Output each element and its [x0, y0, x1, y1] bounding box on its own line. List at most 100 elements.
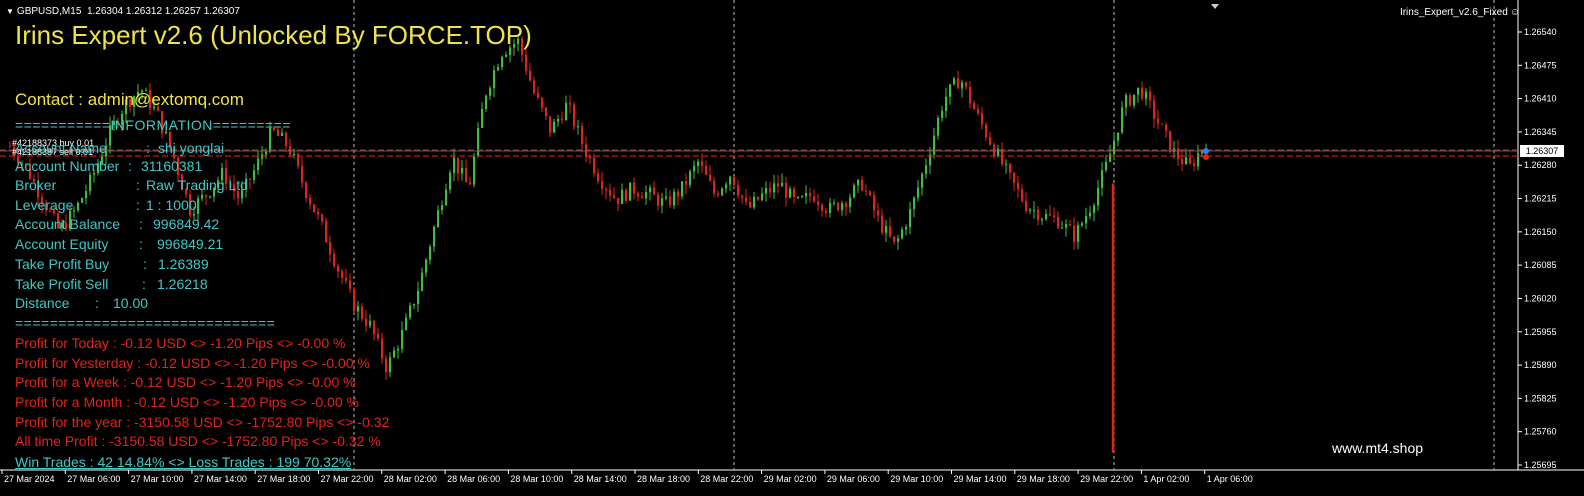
- sell-arrow-icon: [1203, 154, 1209, 160]
- candle-bear: [769, 187, 772, 193]
- price-label: 1.26345: [1524, 127, 1557, 137]
- candle-bull: [1085, 216, 1088, 224]
- candle-bull: [689, 171, 692, 185]
- candle-bull: [1145, 91, 1148, 99]
- time-label: 27 Mar 18:00: [257, 474, 310, 484]
- candle-bull: [477, 127, 480, 157]
- candle-bull: [665, 196, 668, 199]
- candle-bear: [1021, 189, 1024, 201]
- candle-bull: [433, 227, 436, 247]
- candle-bull: [1081, 223, 1084, 226]
- candle-bull: [789, 188, 792, 198]
- candle-bear: [1149, 91, 1152, 101]
- time-label: 28 Mar 22:00: [700, 474, 753, 484]
- candle-bull: [1077, 225, 1080, 242]
- candle-bull: [85, 191, 88, 199]
- candle-bear: [1013, 172, 1016, 183]
- candle-bear: [549, 116, 552, 133]
- collapse-triangle-icon[interactable]: ▼: [6, 7, 14, 16]
- time-label: 28 Mar 02:00: [384, 474, 437, 484]
- candle-bear: [845, 203, 848, 207]
- candle-bull: [897, 238, 900, 242]
- candle-bull: [697, 161, 700, 166]
- candle-bear: [893, 236, 896, 242]
- candle-bear: [813, 196, 816, 202]
- info-row: Take Profit Sell:1.26218: [15, 276, 208, 292]
- candle-bull: [1133, 94, 1136, 106]
- candle-bull: [729, 176, 732, 185]
- candle-bull: [841, 203, 844, 211]
- candle-bull: [673, 191, 676, 206]
- candle-bear: [757, 196, 760, 200]
- price-label: 1.25955: [1524, 327, 1557, 337]
- candle-bull: [389, 357, 392, 373]
- candle-bear: [981, 113, 984, 125]
- candle-bear: [1157, 118, 1160, 124]
- candle-bear: [1053, 215, 1056, 217]
- info-row: Account Balance:996849.42: [15, 216, 220, 232]
- candle-bear: [1069, 223, 1072, 226]
- time-label: 29 Mar 06:00: [827, 474, 880, 484]
- candle-bull: [1109, 154, 1112, 162]
- candle-bull: [761, 193, 764, 200]
- candle-bull: [393, 350, 396, 358]
- candle-bull: [429, 246, 432, 260]
- candle-bull: [553, 121, 556, 133]
- candle-bear: [837, 202, 840, 211]
- candle-bear: [737, 185, 740, 196]
- candle-bear: [973, 103, 976, 110]
- time-label: 27 Mar 10:00: [131, 474, 184, 484]
- candle-bear: [593, 157, 596, 174]
- time-label: 27 Mar 14:00: [194, 474, 247, 484]
- scroll-marker-icon: [1211, 4, 1219, 9]
- candle-bear: [989, 137, 992, 145]
- candle-bear: [865, 190, 868, 192]
- candle-bear: [821, 204, 824, 211]
- candle-bear: [1141, 87, 1144, 99]
- candle-bear: [637, 193, 640, 197]
- candle-bear: [965, 82, 968, 87]
- time-label: 29 Mar 22:00: [1080, 474, 1133, 484]
- candle-bull: [1089, 212, 1092, 217]
- candle-bear: [305, 182, 308, 198]
- candle-bear: [529, 70, 532, 81]
- candle-bear: [9, 146, 12, 148]
- info-row: Account Name: shi yonglai: [15, 140, 225, 156]
- price-label: 1.26020: [1524, 293, 1557, 303]
- candle-bull: [293, 154, 296, 156]
- candle-bear: [569, 102, 572, 105]
- candle-bull: [1045, 213, 1048, 220]
- candle-bull: [649, 187, 652, 193]
- profit-year: Profit for the year : -3150.58 USD <> -1…: [15, 414, 390, 430]
- info-row: Distance:10.00: [15, 295, 149, 311]
- profit-yesterday: Profit for Yesterday : -0.12 USD <> -1.2…: [15, 355, 370, 371]
- candle-bull: [437, 210, 440, 228]
- candle-bull: [773, 183, 776, 193]
- info-row: Account Number:31160381: [15, 158, 203, 174]
- candle-bear: [561, 118, 564, 121]
- candle-bear: [465, 167, 468, 183]
- candle-bull: [265, 151, 268, 155]
- candle-bear: [605, 188, 608, 191]
- candle-bull: [77, 202, 80, 211]
- candle-bear: [533, 80, 536, 93]
- candle-bull: [453, 157, 456, 173]
- candle-bull: [1093, 205, 1096, 213]
- time-label: 27 Mar 06:00: [67, 474, 120, 484]
- candle-bear: [881, 215, 884, 233]
- time-label: 27 Mar 22:00: [321, 474, 374, 484]
- candle-bull: [997, 148, 1000, 156]
- candle-bear: [633, 182, 636, 194]
- candle-bull: [1029, 209, 1032, 212]
- candle-bull: [497, 67, 500, 71]
- candle-bull: [557, 118, 560, 122]
- candle-bear: [749, 201, 752, 208]
- candle-bear: [709, 174, 712, 181]
- candle-bull: [953, 78, 956, 85]
- candle-bull: [921, 173, 924, 188]
- info-header: ===========INFORMATION=========: [15, 117, 291, 133]
- candle-bull: [833, 202, 836, 204]
- time-label: 28 Mar 14:00: [574, 474, 627, 484]
- expert-advisor-label[interactable]: Irins_Expert_v2.6_Fixed ☺: [1400, 7, 1520, 18]
- panel-title: Irins Expert v2.6 (Unlocked By FORCE.TOP…: [15, 20, 532, 50]
